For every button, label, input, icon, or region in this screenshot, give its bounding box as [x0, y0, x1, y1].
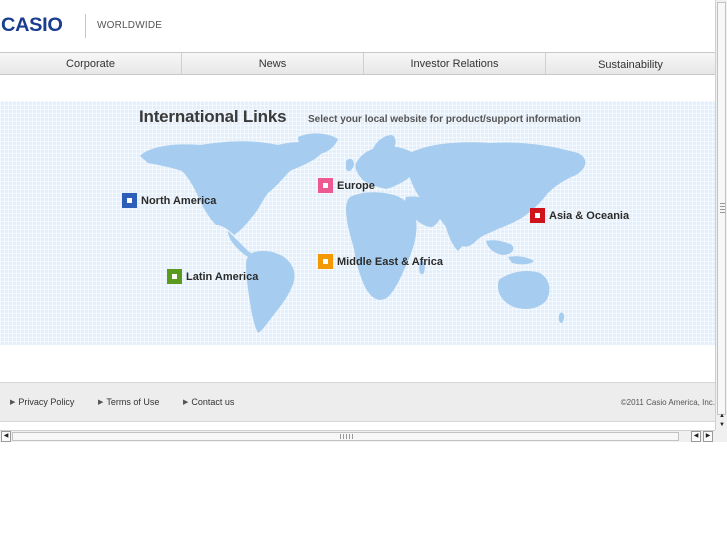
- region-label: North America: [141, 194, 217, 207]
- logo-divider: [85, 14, 86, 38]
- copyright-notice: ©2011 Casio America, Inc.: [620, 398, 715, 407]
- region-marker-icon: [122, 193, 137, 208]
- world-map-graphic: [140, 133, 586, 333]
- footer-link-terms-of-use[interactable]: ▶ Terms of Use: [98, 397, 159, 407]
- nav-item-investor-relations[interactable]: Investor Relations: [364, 53, 546, 74]
- horizontal-scroll-thumb[interactable]: [12, 432, 679, 441]
- international-links-title: International Links: [139, 107, 287, 126]
- grip-icon: [720, 203, 725, 215]
- site-header: CASIO WORLDWIDE: [0, 0, 715, 52]
- scrollbar-corner: [715, 430, 727, 442]
- nav-item-news[interactable]: News: [182, 53, 364, 74]
- left-arrow-icon[interactable]: ◀: [1, 431, 11, 442]
- region-label: Middle East & Africa: [337, 255, 443, 268]
- region-label: Europe: [337, 179, 375, 192]
- region-link-europe[interactable]: Europe: [318, 178, 375, 193]
- left-arrow-icon[interactable]: ◀: [691, 431, 701, 442]
- international-links-subtitle: Select your local website for product/su…: [308, 114, 581, 125]
- international-links-map: International Links Select your local we…: [0, 101, 715, 345]
- right-triangle-icon: ▶: [183, 399, 189, 406]
- region-link-asia-oceania[interactable]: Asia & Oceania: [530, 208, 629, 223]
- region-link-latin-america[interactable]: Latin America: [167, 269, 258, 284]
- region-label: Asia & Oceania: [549, 209, 630, 222]
- horizontal-scrollbar[interactable]: ◀ ◀ ▶: [0, 430, 715, 442]
- region-marker-icon: [318, 254, 333, 269]
- site-footer: ▶ Privacy Policy ▶ Terms of Use ▶ Contac…: [0, 382, 715, 422]
- vertical-scrollbar[interactable]: ▲ ▼: [715, 0, 727, 430]
- down-arrow-icon[interactable]: ▼: [717, 421, 727, 429]
- nav-item-sustainability[interactable]: Sustainability: [546, 53, 715, 74]
- right-triangle-icon: ▶: [10, 399, 16, 406]
- region-link-north-america[interactable]: North America: [122, 193, 216, 208]
- region-marker-icon: [530, 208, 545, 223]
- vertical-scroll-thumb[interactable]: [717, 2, 726, 415]
- footer-link-label: Terms of Use: [106, 397, 160, 407]
- region-marker-icon: [167, 269, 182, 284]
- region-marker-icon: [318, 178, 333, 193]
- right-arrow-icon[interactable]: ▶: [703, 431, 713, 442]
- right-triangle-icon: ▶: [98, 399, 104, 406]
- footer-link-label: Privacy Policy: [18, 397, 75, 407]
- footer-link-privacy-policy[interactable]: ▶ Privacy Policy: [10, 397, 74, 407]
- region-label: Latin America: [186, 270, 259, 283]
- up-arrow-icon[interactable]: ▲: [717, 412, 727, 420]
- main-nav: Corporate News Investor Relations Sustai…: [0, 52, 715, 75]
- nav-item-corporate[interactable]: Corporate: [0, 53, 182, 74]
- grip-icon: [340, 434, 354, 439]
- region-link-middle-east-africa[interactable]: Middle East & Africa: [318, 254, 443, 269]
- footer-link-label: Contact us: [191, 397, 235, 407]
- footer-link-contact-us[interactable]: ▶ Contact us: [183, 397, 234, 407]
- section-title: WORLDWIDE: [97, 20, 163, 31]
- casio-logo[interactable]: CASIO: [1, 15, 63, 37]
